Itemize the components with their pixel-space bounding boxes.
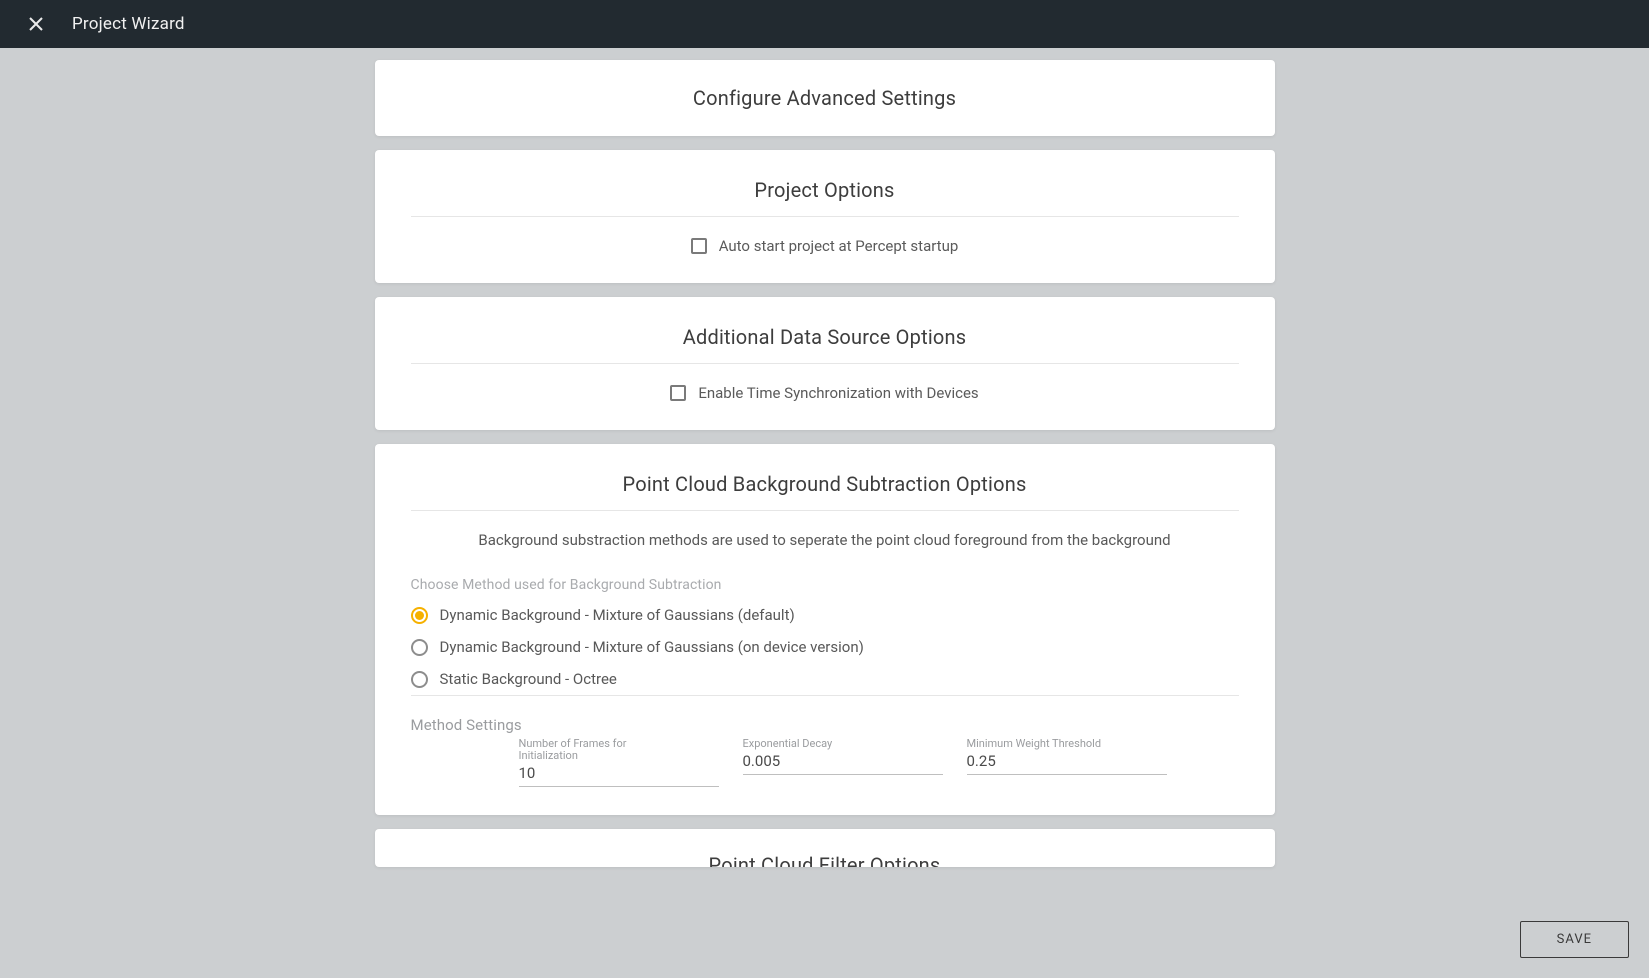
card-filter-title: Point Cloud Filter Options: [709, 853, 941, 867]
bg-method-label-1: Dynamic Background - Mixture of Gaussian…: [440, 638, 864, 656]
weight-input[interactable]: [967, 750, 1167, 775]
bg-method-radio-1[interactable]: Dynamic Background - Mixture of Gaussian…: [411, 631, 1239, 663]
divider: [411, 363, 1239, 364]
time-sync-checkbox-row[interactable]: Enable Time Synchronization with Devices: [411, 384, 1239, 402]
card-filter-options: Point Cloud Filter Options: [375, 829, 1275, 867]
card-advanced-title: Configure Advanced Settings: [411, 86, 1239, 110]
divider: [411, 216, 1239, 217]
auto-start-checkbox[interactable]: [691, 238, 707, 254]
divider: [411, 510, 1239, 511]
radio-icon[interactable]: [411, 639, 428, 656]
decay-field: Exponential Decay: [743, 738, 943, 787]
auto-start-label: Auto start project at Percept startup: [719, 237, 959, 255]
radio-icon[interactable]: [411, 671, 428, 688]
close-icon[interactable]: [22, 10, 50, 38]
divider: [411, 695, 1239, 696]
card-bg-sub-title: Point Cloud Background Subtraction Optio…: [411, 472, 1239, 496]
content-area: Configure Advanced Settings Project Opti…: [0, 48, 1649, 978]
topbar: Project Wizard: [0, 0, 1649, 48]
card-advanced-settings: Configure Advanced Settings: [375, 60, 1275, 136]
time-sync-checkbox[interactable]: [670, 385, 686, 401]
card-project-options: Project Options Auto start project at Pe…: [375, 150, 1275, 283]
bg-method-radio-2[interactable]: Static Background - Octree: [411, 663, 1239, 695]
time-sync-label: Enable Time Synchronization with Devices: [698, 384, 978, 402]
bg-method-label-0: Dynamic Background - Mixture of Gaussian…: [440, 606, 795, 624]
save-button[interactable]: SAVE: [1520, 921, 1629, 958]
radio-icon[interactable]: [411, 607, 428, 624]
frames-field: Number of Frames for Initialization: [519, 738, 719, 787]
frames-label: Number of Frames for Initialization: [519, 738, 659, 762]
card-data-source-options: Additional Data Source Options Enable Ti…: [375, 297, 1275, 430]
bg-method-label-2: Static Background - Octree: [440, 670, 617, 688]
card-bg-subtraction: Point Cloud Background Subtraction Optio…: [375, 444, 1275, 815]
bg-method-radio-0[interactable]: Dynamic Background - Mixture of Gaussian…: [411, 599, 1239, 631]
page-title: Project Wizard: [72, 14, 185, 34]
decay-input[interactable]: [743, 750, 943, 775]
bg-sub-description: Background substraction methods are used…: [411, 531, 1239, 549]
weight-label: Minimum Weight Threshold: [967, 738, 1167, 750]
card-data-source-title: Additional Data Source Options: [411, 325, 1239, 349]
bg-sub-choose-label: Choose Method used for Background Subtra…: [411, 577, 1239, 593]
decay-label: Exponential Decay: [743, 738, 943, 750]
auto-start-checkbox-row[interactable]: Auto start project at Percept startup: [411, 237, 1239, 255]
weight-field: Minimum Weight Threshold: [967, 738, 1167, 787]
method-settings-fields: Number of Frames for Initialization Expo…: [411, 738, 1239, 787]
card-project-options-title: Project Options: [411, 178, 1239, 202]
frames-input[interactable]: [519, 762, 719, 787]
method-settings-label: Method Settings: [411, 716, 1239, 734]
